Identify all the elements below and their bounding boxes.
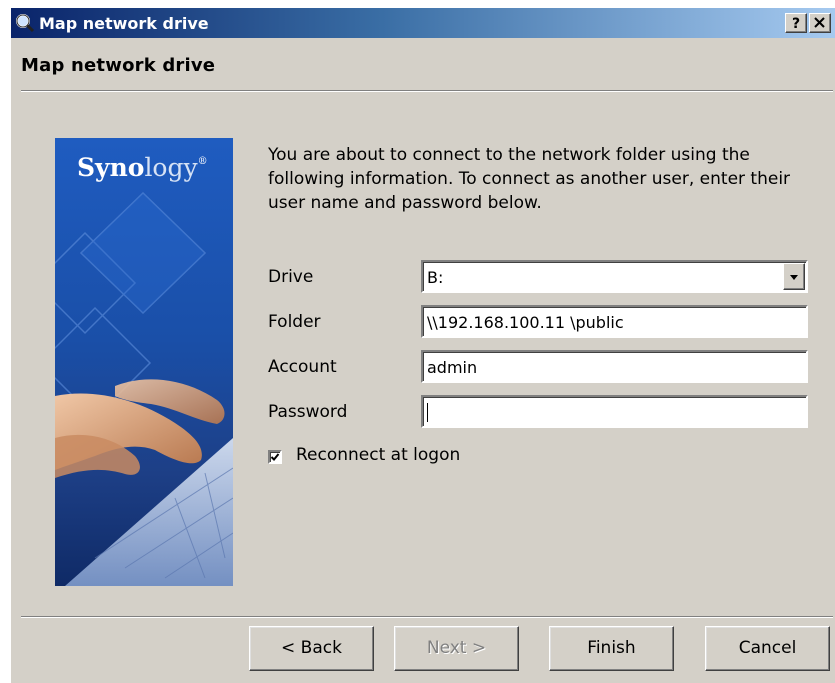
folder-input[interactable]: \\192.168.100.11 \public [421, 305, 808, 338]
password-label: Password [268, 402, 348, 422]
folder-label: Folder [268, 312, 321, 332]
header-divider [21, 90, 833, 92]
reconnect-label[interactable]: Reconnect at logon [296, 445, 460, 465]
window-title: Map network drive [39, 14, 209, 33]
checkmark-icon [270, 453, 280, 461]
map-network-drive-dialog: Map network drive ? Map network drive Sy… [10, 8, 835, 683]
page-title: Map network drive [21, 55, 216, 76]
account-input[interactable]: admin [421, 350, 808, 383]
account-label: Account [268, 357, 337, 377]
text-caret [427, 403, 428, 422]
password-input[interactable] [421, 395, 808, 428]
reconnect-checkbox[interactable] [268, 450, 282, 464]
title-bar[interactable]: Map network drive ? [11, 8, 835, 38]
intro-text: You are about to connect to the network … [268, 145, 791, 213]
account-value: admin [427, 358, 478, 377]
close-icon [814, 17, 825, 28]
brand-light: logy [144, 153, 198, 182]
finish-button[interactable]: Finish [549, 626, 674, 671]
synology-banner-image: Synology® [55, 138, 233, 586]
brand-bold: Syno [77, 153, 144, 182]
footer-divider [21, 616, 833, 618]
magnifier-icon [15, 13, 35, 33]
folder-value: \\192.168.100.11 \public [427, 313, 624, 332]
drive-label: Drive [268, 267, 314, 287]
back-button[interactable]: < Back [249, 626, 374, 671]
wizard-header: Map network drive [11, 38, 835, 90]
close-button[interactable] [809, 13, 831, 33]
brand-trademark: ® [198, 156, 208, 167]
help-button[interactable]: ? [785, 13, 807, 33]
svg-text:Synology®: Synology® [77, 153, 208, 182]
drive-dropdown[interactable]: B: [421, 260, 808, 293]
chevron-down-icon[interactable] [783, 263, 805, 290]
cancel-button[interactable]: Cancel [705, 626, 830, 671]
drive-value: B: [427, 268, 444, 287]
next-button[interactable]: Next > [394, 626, 519, 671]
